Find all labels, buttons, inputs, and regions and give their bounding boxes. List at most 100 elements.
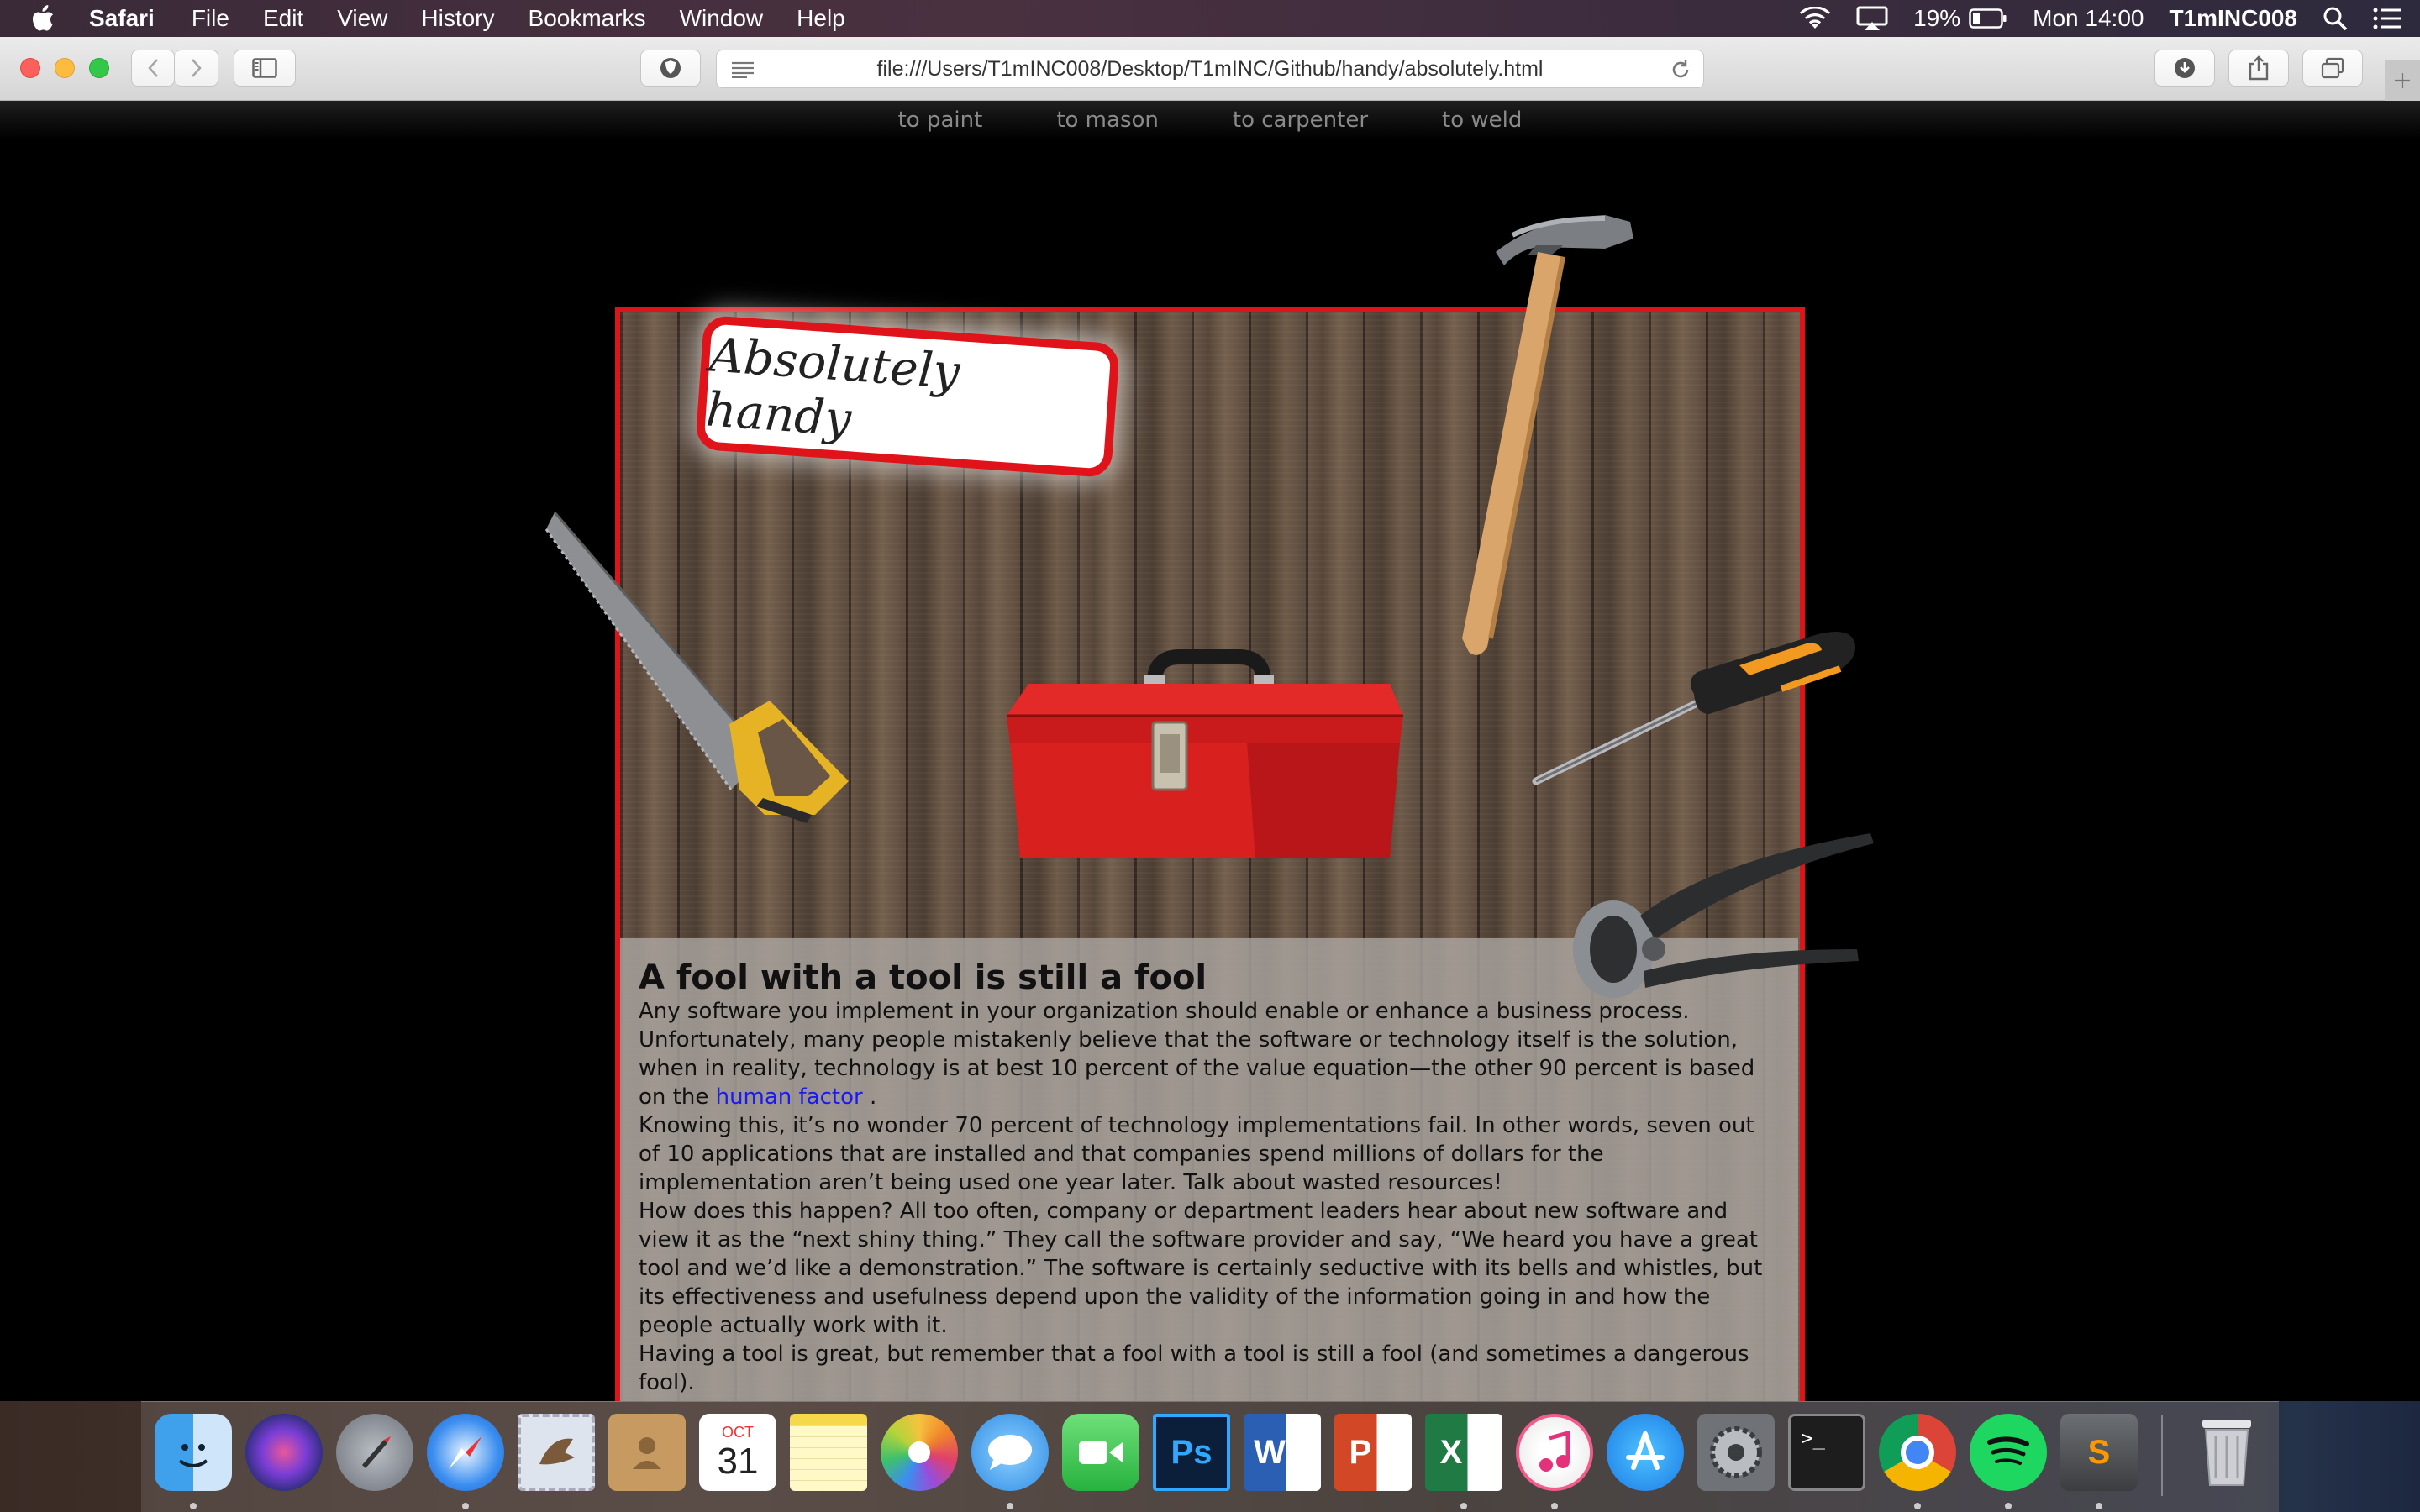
menu-bar: Safari File Edit View History Bookmarks … bbox=[0, 0, 2420, 37]
spotlight-search-icon[interactable] bbox=[2323, 6, 2348, 31]
window-fullscreen-button[interactable] bbox=[89, 58, 109, 78]
safari-icon[interactable] bbox=[427, 1414, 504, 1491]
notes-icon[interactable] bbox=[790, 1414, 867, 1491]
new-tab-button[interactable] bbox=[2385, 60, 2420, 101]
powerpoint-label: P bbox=[1349, 1433, 1372, 1471]
menu-help[interactable]: Help bbox=[797, 0, 845, 37]
terminal-label: >_ bbox=[1801, 1426, 1825, 1450]
pincers-image bbox=[1573, 833, 1874, 998]
excel-icon[interactable]: X bbox=[1425, 1414, 1502, 1491]
battery-icon bbox=[1969, 8, 2007, 29]
menu-window[interactable]: Window bbox=[680, 0, 764, 37]
sublime-text-icon[interactable]: S bbox=[2060, 1414, 2138, 1491]
gear-icon bbox=[1710, 1426, 1762, 1478]
mail-icon[interactable] bbox=[518, 1414, 595, 1491]
messages-icon[interactable] bbox=[971, 1414, 1049, 1491]
calendar-month: OCT bbox=[722, 1424, 754, 1441]
menu-view[interactable]: View bbox=[337, 0, 387, 37]
browser-toolbar: file:///Users/T1mINC008/Desktop/T1mINC/G… bbox=[0, 37, 2420, 101]
finder-running-indicator bbox=[190, 1503, 197, 1509]
shield-icon bbox=[660, 58, 681, 78]
download-icon bbox=[2175, 58, 2195, 78]
sidebar-icon bbox=[252, 58, 277, 78]
menu-history[interactable]: History bbox=[421, 0, 494, 37]
safari-running-indicator bbox=[462, 1503, 469, 1509]
facetime-icon[interactable] bbox=[1062, 1414, 1139, 1491]
notification-center-icon[interactable] bbox=[2373, 7, 2402, 30]
powerpoint-icon[interactable]: P bbox=[1334, 1414, 1412, 1491]
downloads-button[interactable] bbox=[2154, 50, 2215, 87]
menu-bookmarks[interactable]: Bookmarks bbox=[529, 0, 646, 37]
screwdriver-image bbox=[1532, 632, 1856, 785]
paragraph-2-end: . bbox=[862, 1084, 877, 1110]
clock[interactable]: Mon 14:00 bbox=[2033, 5, 2144, 32]
excel-label: X bbox=[1439, 1433, 1463, 1471]
chrome-icon[interactable] bbox=[1879, 1414, 1956, 1491]
sublime-running-indicator bbox=[2096, 1503, 2102, 1509]
plus-icon bbox=[2395, 73, 2410, 88]
photoshop-icon[interactable]: Ps bbox=[1153, 1414, 1230, 1491]
nav-link-mason[interactable]: to mason bbox=[1056, 108, 1159, 133]
messages-running-indicator bbox=[1007, 1503, 1013, 1509]
dock-separator bbox=[2161, 1415, 2163, 1496]
back-button[interactable] bbox=[131, 50, 175, 87]
toolbox-image bbox=[1007, 649, 1403, 858]
trash-icon[interactable] bbox=[2188, 1414, 2265, 1491]
nav-link-weld[interactable]: to weld bbox=[1442, 108, 1522, 133]
spotify-icon[interactable] bbox=[1970, 1414, 2047, 1491]
word-label: W bbox=[1254, 1433, 1286, 1471]
terminal-icon[interactable]: >_ bbox=[1788, 1414, 1865, 1491]
sublime-label: S bbox=[2087, 1433, 2111, 1471]
web-page: to paint to mason to carpenter to weld A… bbox=[0, 101, 2420, 1408]
privacy-shield-button[interactable] bbox=[640, 50, 701, 87]
system-preferences-icon[interactable] bbox=[1697, 1414, 1775, 1491]
word-icon[interactable]: W bbox=[1244, 1414, 1321, 1491]
apple-menu-icon[interactable] bbox=[30, 4, 64, 33]
battery-status[interactable]: 19% bbox=[1913, 5, 2007, 32]
url-text[interactable]: file:///Users/T1mINC008/Desktop/T1mINC/G… bbox=[877, 57, 1544, 81]
finder-icon[interactable] bbox=[155, 1414, 232, 1491]
excel-running-indicator bbox=[1460, 1503, 1467, 1509]
airplay-icon[interactable] bbox=[1856, 6, 1888, 31]
menu-file[interactable]: File bbox=[192, 0, 229, 37]
hammer-image bbox=[1462, 215, 1634, 655]
contacts-icon[interactable] bbox=[608, 1414, 686, 1491]
launchpad-icon[interactable] bbox=[336, 1414, 413, 1491]
reader-view-icon[interactable] bbox=[730, 61, 755, 78]
spotify-running-indicator bbox=[2005, 1503, 2012, 1509]
dock: OCT 31 Ps W P X >_ S bbox=[141, 1401, 2279, 1512]
tabs-icon bbox=[2321, 57, 2344, 79]
article-paragraph-2: Unfortunately, many people mistakenly be… bbox=[639, 1026, 1780, 1111]
user-name[interactable]: T1mINC008 bbox=[2169, 5, 2297, 32]
article-paragraph-3: Knowing this, it’s no wonder 70 percent … bbox=[639, 1113, 1754, 1195]
site-nav: to paint to mason to carpenter to weld bbox=[0, 101, 2420, 139]
tab-overview-button[interactable] bbox=[2302, 50, 2363, 87]
itunes-icon[interactable] bbox=[1516, 1414, 1593, 1491]
nav-link-carpenter[interactable]: to carpenter bbox=[1233, 108, 1368, 133]
chrome-running-indicator bbox=[1914, 1503, 1921, 1509]
human-factor-link[interactable]: human factor bbox=[716, 1084, 863, 1110]
reload-icon[interactable] bbox=[1670, 59, 1691, 81]
calendar-day: 31 bbox=[717, 1441, 759, 1482]
itunes-running-indicator bbox=[1551, 1503, 1558, 1509]
wifi-icon[interactable] bbox=[1799, 7, 1831, 30]
window-close-button[interactable] bbox=[20, 58, 40, 78]
photoshop-label: Ps bbox=[1171, 1433, 1213, 1471]
article-paragraph-5: Having a tool is great, but remember tha… bbox=[639, 1341, 1749, 1395]
siri-icon[interactable] bbox=[245, 1414, 323, 1491]
share-icon bbox=[2249, 55, 2269, 81]
saw-image bbox=[544, 512, 849, 823]
share-button[interactable] bbox=[2228, 50, 2289, 87]
forward-button[interactable] bbox=[175, 50, 218, 87]
nav-link-paint[interactable]: to paint bbox=[898, 108, 983, 133]
photos-icon[interactable] bbox=[881, 1414, 958, 1491]
app-store-icon[interactable] bbox=[1607, 1414, 1684, 1491]
menu-edit[interactable]: Edit bbox=[263, 0, 303, 37]
menu-app-name[interactable]: Safari bbox=[89, 0, 155, 37]
window-minimize-button[interactable] bbox=[55, 58, 75, 78]
sidebar-button[interactable] bbox=[234, 50, 296, 87]
battery-percent: 19% bbox=[1913, 5, 1961, 31]
chevron-right-icon bbox=[191, 59, 202, 77]
address-bar[interactable]: file:///Users/T1mINC008/Desktop/T1mINC/G… bbox=[716, 50, 1704, 88]
calendar-icon[interactable]: OCT 31 bbox=[699, 1414, 776, 1491]
